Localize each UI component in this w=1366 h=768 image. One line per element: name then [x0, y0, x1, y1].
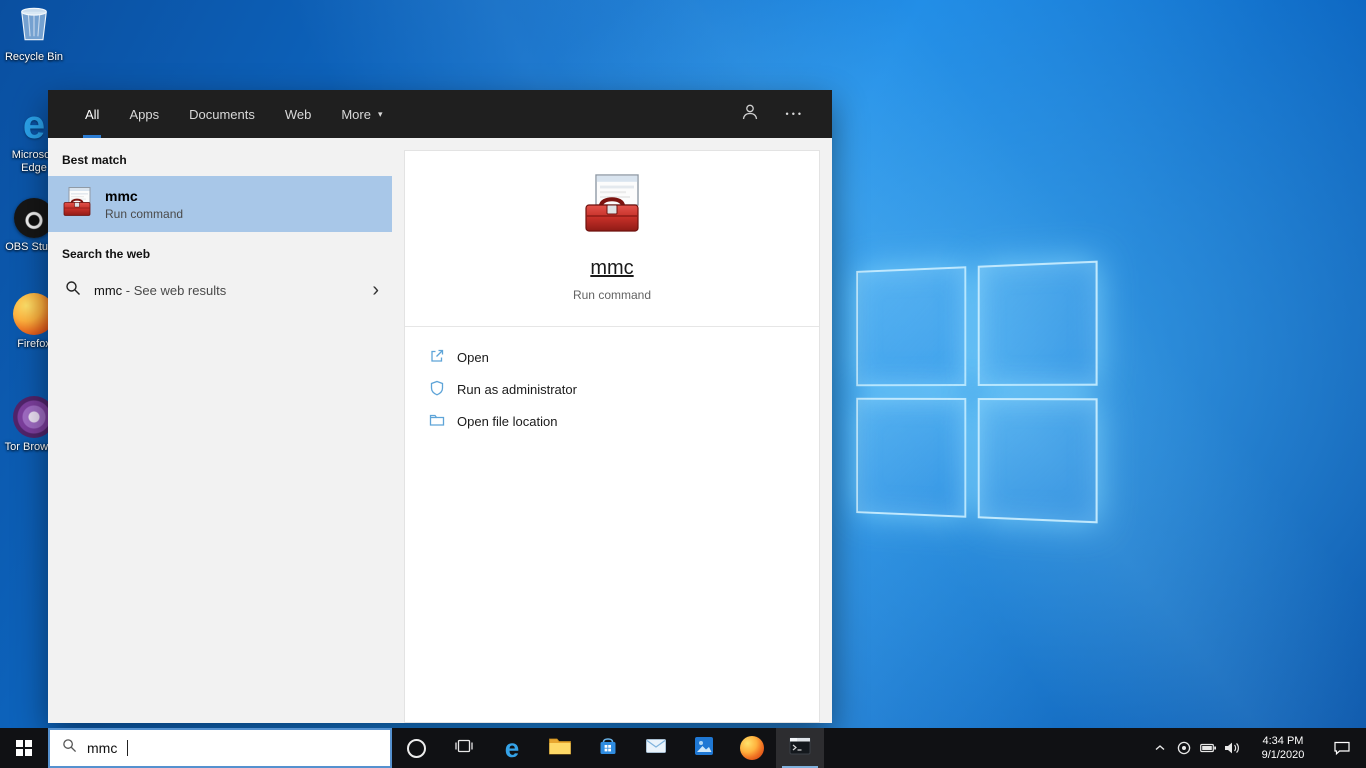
web-query: mmc: [94, 282, 123, 298]
chevron-right-icon[interactable]: ›: [372, 280, 379, 300]
windows-search-panel: All Apps Documents Web More ▾ ••• Best m…: [48, 90, 832, 723]
taskbar-app-firefox[interactable]: [728, 728, 776, 768]
desktop-icon-label: Firefox: [17, 338, 51, 350]
search-results-column: Best match mmc Run command Search the we…: [48, 138, 392, 723]
firefox-icon: [740, 736, 764, 760]
taskbar-app-command-window[interactable]: [776, 728, 824, 768]
clock-date: 9/1/2020: [1261, 749, 1305, 761]
web-search-result[interactable]: mmc - See web results ›: [48, 270, 392, 310]
search-input-value: mmc: [87, 740, 118, 756]
search-icon: [62, 738, 77, 758]
battery-icon[interactable]: [1196, 728, 1220, 768]
desktop-icon-recycle-bin[interactable]: Recycle Bin: [1, 5, 67, 64]
taskbar-search-input[interactable]: mmc: [48, 728, 392, 768]
taskbar-app-edge[interactable]: e: [488, 728, 536, 768]
folder-location-icon: [429, 412, 445, 431]
preview-actions: Open Run as administrator Open file loca…: [405, 327, 819, 451]
best-match-subtitle: Run command: [105, 206, 184, 221]
user-account-icon[interactable]: [740, 102, 760, 127]
web-suffix: - See web results: [122, 282, 227, 298]
tray-app-icon[interactable]: [1172, 728, 1196, 768]
admin-shield-icon: [429, 380, 445, 399]
tab-web[interactable]: Web: [283, 90, 314, 138]
clock-time: 4:34 PM: [1262, 735, 1304, 747]
action-label: Open file location: [457, 413, 558, 429]
tab-label: All: [85, 106, 100, 122]
search-header-actions: •••: [740, 90, 832, 138]
tab-apps[interactable]: Apps: [127, 90, 161, 138]
tab-all[interactable]: All: [83, 90, 102, 138]
start-button[interactable]: [0, 728, 48, 768]
task-view-icon: [454, 738, 474, 759]
action-center-icon: [1334, 741, 1350, 756]
windows-logo-pane: [856, 397, 967, 518]
search-filter-tabs: All Apps Documents Web More ▾ •••: [48, 90, 832, 138]
cortana-button[interactable]: [392, 728, 440, 768]
windows-logo-pane: [977, 398, 1098, 524]
edge-icon: e: [504, 733, 520, 763]
microsoft-store-icon: [597, 735, 619, 762]
mmc-app-icon-large: [580, 172, 644, 241]
cortana-icon: [406, 738, 426, 758]
preview-title: mmc: [590, 257, 634, 279]
edge-icon: e: [22, 103, 46, 147]
tab-label: More: [341, 106, 371, 122]
chevron-down-icon: ▾: [377, 108, 383, 119]
recycle-bin-icon: [17, 5, 51, 48]
task-view-button[interactable]: [440, 728, 488, 768]
web-section-label: Search the web: [62, 247, 151, 261]
tab-label: Web: [284, 106, 312, 122]
taskbar-app-store[interactable]: [584, 728, 632, 768]
tab-label: Apps: [129, 106, 160, 122]
text-cursor: [127, 740, 129, 756]
action-label: Run as administrator: [457, 381, 577, 397]
preview-subtitle: Run command: [572, 288, 652, 302]
tray-chevron-up-icon[interactable]: [1148, 728, 1172, 768]
windows-logo-pane: [977, 260, 1098, 386]
mmc-app-icon: [61, 186, 93, 223]
taskbar-app-file-explorer[interactable]: [536, 728, 584, 768]
mail-icon: [645, 737, 667, 760]
tab-label: Documents: [189, 106, 255, 122]
best-match-text: mmc Run command: [105, 188, 183, 221]
web-result-text: mmc - See web results: [94, 283, 226, 298]
action-open[interactable]: Open: [429, 341, 795, 373]
result-preview-card: mmc Run command Open Run as administrato…: [404, 150, 820, 723]
search-panel-body: Best match mmc Run command Search the we…: [48, 138, 832, 723]
more-options-icon[interactable]: •••: [786, 109, 804, 119]
best-match-result[interactable]: mmc Run command: [48, 176, 392, 232]
volume-icon[interactable]: [1220, 728, 1244, 768]
command-prompt-icon: [788, 735, 812, 762]
action-label: Open: [457, 349, 489, 365]
taskbar-clock[interactable]: 4:34 PM 9/1/2020: [1244, 728, 1322, 768]
action-run-as-administrator[interactable]: Run as administrator: [429, 373, 795, 405]
action-center-button[interactable]: [1322, 728, 1362, 768]
windows-logo-pane: [856, 266, 967, 387]
file-explorer-icon: [548, 736, 572, 761]
tab-more[interactable]: More ▾: [339, 90, 384, 138]
windows-start-icon: [16, 740, 32, 756]
windows-logo-wallpaper: [856, 260, 1098, 524]
taskbar-app-photos[interactable]: [680, 728, 728, 768]
desktop-icon-label: Recycle Bin: [4, 51, 64, 63]
action-open-file-location[interactable]: Open file location: [429, 405, 795, 437]
open-icon: [429, 348, 445, 367]
windows-desktop: Recycle Bin e Microsoft Edge OBS Studio …: [0, 0, 1366, 768]
best-match-section-label: Best match: [62, 153, 127, 167]
photos-icon: [693, 735, 715, 762]
best-match-title: mmc: [105, 187, 138, 204]
tab-documents[interactable]: Documents: [187, 90, 257, 138]
taskbar: mmc e 4:34 PM 9/1/2020: [0, 728, 1366, 768]
system-tray: 4:34 PM 9/1/2020: [1148, 728, 1366, 768]
taskbar-app-mail[interactable]: [632, 728, 680, 768]
search-icon: [65, 280, 81, 301]
